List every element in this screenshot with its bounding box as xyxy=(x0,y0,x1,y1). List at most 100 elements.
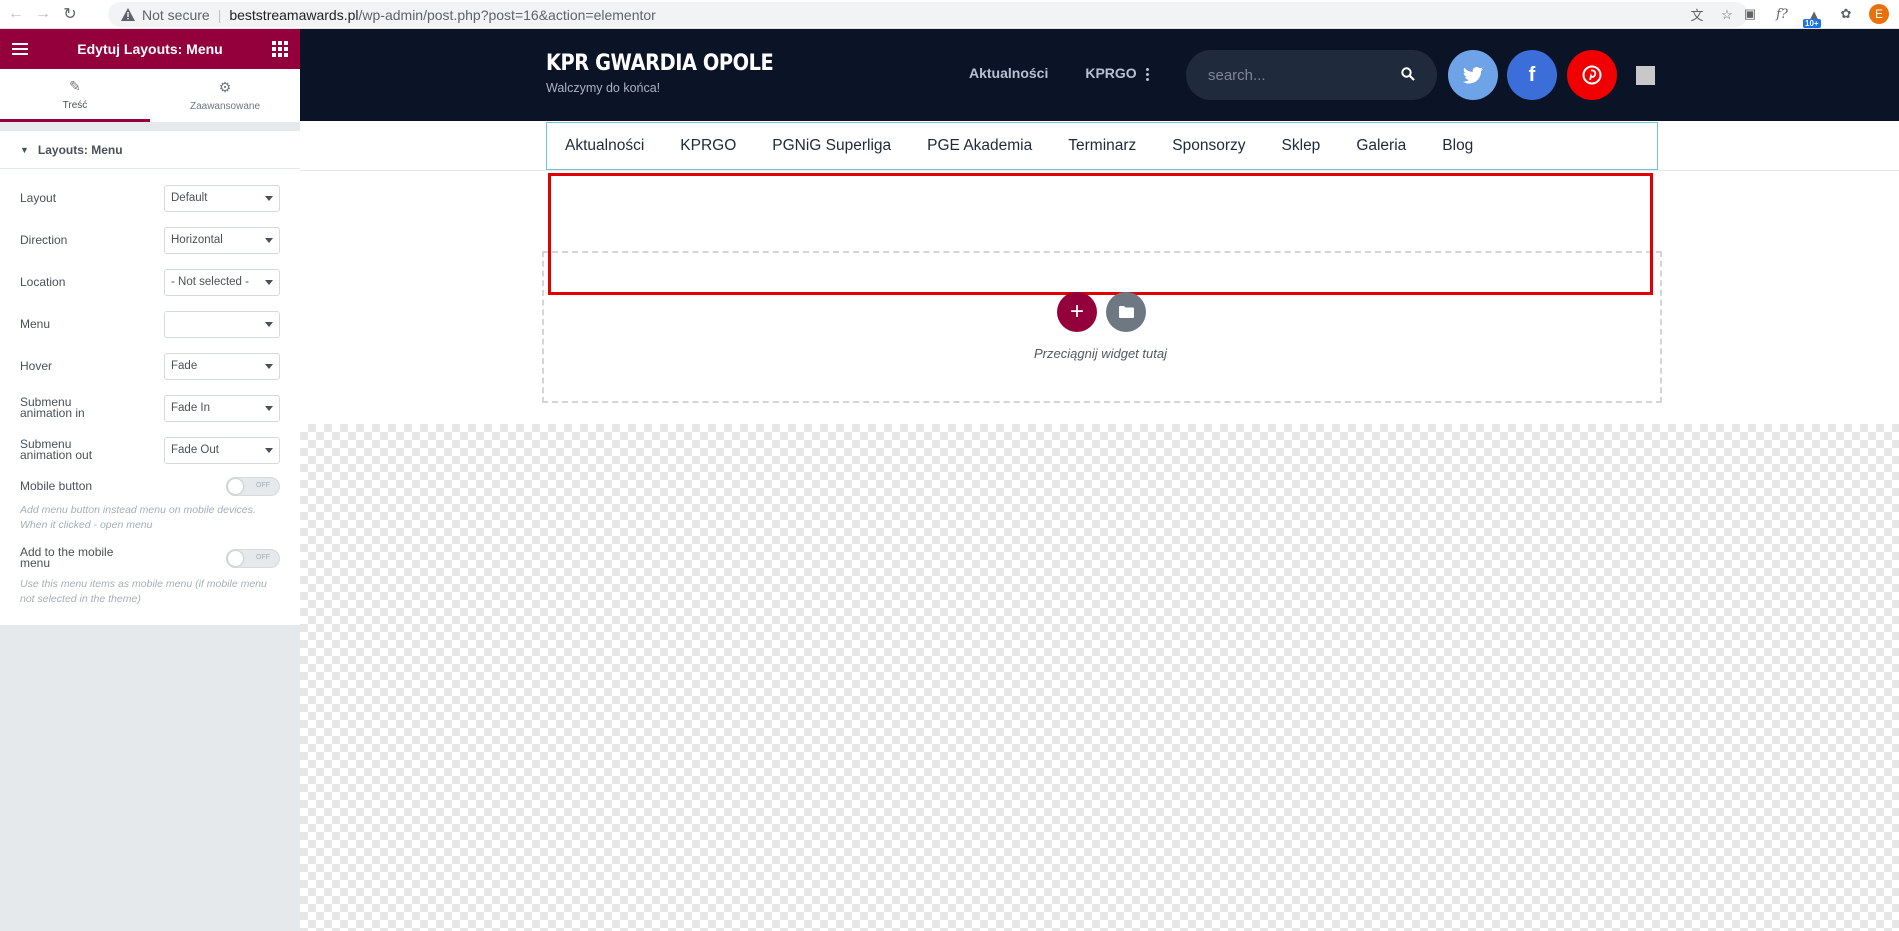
dropdown-arrow-icon xyxy=(265,195,273,201)
drop-hint-text: Przeciągnij widget tutaj xyxy=(1034,346,1167,361)
direction-select[interactable]: Horizontal xyxy=(164,226,280,254)
control-submenu-in: Submenu animation in Fade In xyxy=(0,387,300,429)
control-label: Layout xyxy=(20,191,57,205)
toggle-knob xyxy=(228,550,243,566)
control-label: Menu xyxy=(20,317,51,331)
mobile-menu-toggle[interactable]: OFF xyxy=(226,548,280,568)
hamburger-menu-icon[interactable] xyxy=(12,43,28,55)
top-nav-item[interactable]: KPRGO xyxy=(1085,65,1136,81)
select-value: Default xyxy=(171,192,208,204)
top-nav-item[interactable]: Aktualności xyxy=(969,65,1048,81)
highlight-box xyxy=(548,173,1653,295)
control-label: Add to the mobile menu xyxy=(20,545,114,570)
location-select[interactable]: - Not selected - xyxy=(164,268,280,296)
search-icon[interactable] xyxy=(1401,66,1415,84)
pinterest-icon[interactable] xyxy=(1567,50,1617,100)
control-label: Submenu animation in xyxy=(20,395,85,420)
site-tagline: Walczymy do końca! xyxy=(546,81,661,95)
drop-hint: Przeciągnij widget tutaj xyxy=(300,345,1899,363)
control-mobile-menu: Add to the mobile menu OFF xyxy=(0,541,300,575)
reload-icon[interactable]: ↻ xyxy=(59,3,81,25)
add-section-button[interactable]: + xyxy=(1057,292,1097,332)
star-icon[interactable]: ☆ xyxy=(1718,6,1736,24)
facebook-icon[interactable]: f xyxy=(1507,50,1557,100)
control-label: Submenu animation out xyxy=(20,437,93,462)
tab-advanced[interactable]: ⚙ Zaawansowane xyxy=(150,69,300,122)
hover-select[interactable]: Fade xyxy=(164,352,280,380)
menu-item[interactable]: Aktualności xyxy=(565,137,644,155)
menu-item[interactable]: Blog xyxy=(1442,137,1473,155)
add-template-button[interactable] xyxy=(1106,292,1146,332)
site-logo[interactable]: KPR GWARDIA OPOLE xyxy=(546,51,774,76)
dropdown-arrow-icon xyxy=(265,321,273,327)
panel-title: Edytuj Layouts: Menu xyxy=(77,41,223,57)
warning-icon[interactable] xyxy=(120,8,136,22)
menu-item[interactable]: Sklep xyxy=(1282,137,1321,155)
section-title: Layouts: Menu xyxy=(37,142,123,157)
section-header[interactable]: ▼ Layouts: Menu xyxy=(0,131,300,169)
security-label[interactable]: Not secure xyxy=(142,7,210,23)
menu-item[interactable]: PGE Akademia xyxy=(927,137,1032,155)
browser-toolbar: ← → ↻ Not secure | beststreamawards.pl /… xyxy=(0,0,1899,29)
translate-icon[interactable]: 文 xyxy=(1688,6,1706,24)
divider xyxy=(300,170,1899,171)
tab-content[interactable]: ✎ Treść xyxy=(0,69,150,122)
profile-avatar[interactable]: E xyxy=(1869,4,1889,24)
placeholder-square[interactable] xyxy=(1636,66,1655,85)
transparent-canvas xyxy=(300,424,1899,931)
search-box[interactable]: search... xyxy=(1186,50,1437,100)
gear-icon: ⚙ xyxy=(218,79,232,95)
tab-content-label: Treść xyxy=(62,99,88,111)
toggle-state: OFF xyxy=(256,553,270,561)
fx-icon[interactable]: f? xyxy=(1773,5,1791,23)
menu-item[interactable]: Terminarz xyxy=(1068,137,1136,155)
back-icon[interactable]: ← xyxy=(5,3,27,25)
control-label: Location xyxy=(20,275,66,289)
toggle-knob xyxy=(228,478,243,494)
dropdown-arrow-icon xyxy=(265,279,273,285)
editor-panel: Edytuj Layouts: Menu ✎ Treść ⚙ Zaawansow… xyxy=(0,29,300,931)
submenu-in-select[interactable]: Fade In xyxy=(164,394,280,422)
panel-header: Edytuj Layouts: Menu xyxy=(0,29,300,69)
extension-icon[interactable]: ▲ 10+ xyxy=(1803,5,1823,28)
control-description: Add menu button instead menu on mobile d… xyxy=(20,504,256,531)
layout-select[interactable]: Default xyxy=(164,184,280,212)
camera-icon[interactable]: ▣ xyxy=(1741,5,1759,23)
url-path[interactable]: /wp-admin/post.php?post=16&action=elemen… xyxy=(359,7,656,23)
control-direction: Direction Horizontal xyxy=(0,219,300,261)
select-value: - Not selected - xyxy=(171,276,249,288)
controls-section: ▼ Layouts: Menu Layout Default Direction… xyxy=(0,131,300,625)
menu-item[interactable]: Sponsorzy xyxy=(1172,137,1245,155)
control-label: Hover xyxy=(20,359,53,373)
submenu-out-select[interactable]: Fade Out xyxy=(164,436,280,464)
control-hover: Hover Fade xyxy=(0,345,300,387)
select-value: Fade xyxy=(171,360,198,372)
folder-icon xyxy=(1118,306,1134,318)
dropdown-arrow-icon xyxy=(265,363,273,369)
select-value: Fade Out xyxy=(171,444,219,456)
control-location: Location - Not selected - xyxy=(0,261,300,303)
toggle-state: OFF xyxy=(256,481,270,489)
menu-select[interactable] xyxy=(164,310,280,338)
control-label: Direction xyxy=(20,233,68,247)
address-bar[interactable]: Not secure | beststreamawards.pl /wp-adm… xyxy=(108,2,1748,27)
mobile-button-toggle[interactable]: OFF xyxy=(226,476,280,496)
divider: | xyxy=(217,6,222,23)
extension-badge: 10+ xyxy=(1803,19,1821,28)
panel-tabs: ✎ Treść ⚙ Zaawansowane xyxy=(0,69,300,122)
site-preview: KPR GWARDIA OPOLE Walczymy do końca! Akt… xyxy=(300,29,1899,931)
menu-item[interactable]: PGNiG Superliga xyxy=(772,137,891,155)
top-nav: Aktualności KPRGO xyxy=(969,65,1137,81)
main-menu: Aktualności KPRGO PGNiG Superliga PGE Ak… xyxy=(546,122,1658,170)
puzzle-icon[interactable]: ✿ xyxy=(1837,5,1855,23)
widgets-grid-icon[interactable] xyxy=(271,41,288,57)
forward-icon[interactable]: → xyxy=(32,3,54,25)
url-host[interactable]: beststreamawards.pl xyxy=(229,7,358,23)
dropdown-arrow-icon xyxy=(265,447,273,453)
menu-item[interactable]: KPRGO xyxy=(680,137,736,155)
menu-item[interactable]: Galeria xyxy=(1356,137,1406,155)
twitter-icon[interactable] xyxy=(1448,50,1498,100)
more-vertical-icon[interactable] xyxy=(1146,68,1149,81)
search-placeholder[interactable]: search... xyxy=(1208,67,1266,84)
control-submenu-out: Submenu animation out Fade Out xyxy=(0,429,300,471)
